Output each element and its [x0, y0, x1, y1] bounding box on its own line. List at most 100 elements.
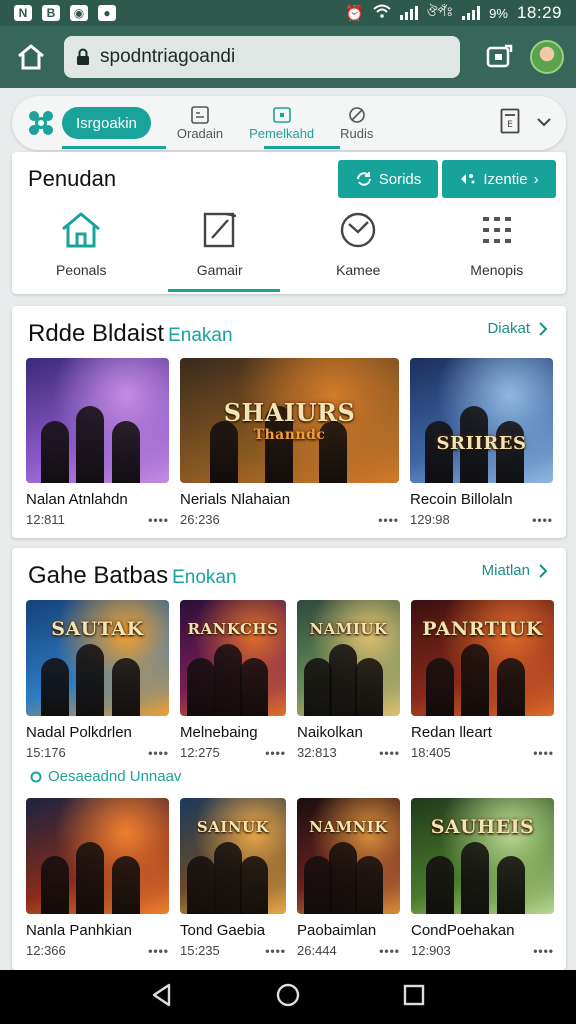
category-menopis[interactable]: Menopis	[428, 208, 567, 278]
battery-label: 9%	[489, 5, 508, 21]
game-thumbnail[interactable]: SRIIRES	[410, 358, 553, 483]
character-figure	[213, 842, 242, 914]
more-options-icon[interactable]: ••••	[265, 746, 286, 760]
thumbnail-subtitle: Thanndc	[253, 427, 326, 443]
character-figure	[40, 658, 69, 716]
game-tile[interactable]: NAMNIK Paobaimlan 26:444 ••••	[297, 798, 400, 958]
game-tile[interactable]: SAUHEIS CondPoehakan 12:903 ••••	[411, 798, 554, 958]
game-meta: 12:275	[180, 745, 220, 760]
more-options-icon[interactable]: ••••	[148, 513, 169, 527]
game-thumbnail[interactable]: SAUHEIS	[411, 798, 554, 914]
recents-button[interactable]	[403, 984, 425, 1011]
thumbnail-title: SAUHEIS	[430, 816, 535, 838]
game-tile[interactable]: PANRTIUK Redan lleart 18:405 ••••	[411, 600, 554, 760]
section-accent: Enakan	[168, 325, 233, 346]
document-icon[interactable]: E	[500, 108, 520, 139]
more-options-icon[interactable]: ••••	[379, 746, 400, 760]
back-button[interactable]	[151, 983, 173, 1012]
home-system-button[interactable]	[276, 983, 300, 1012]
game-thumbnail[interactable]: SAUTAK	[26, 600, 169, 716]
button-label: Izentie	[483, 170, 528, 188]
game-tile[interactable]: SAUTAK Nadal Polkdrlen 15:176 ••••	[26, 600, 169, 760]
more-options-icon[interactable]: ••••	[378, 513, 399, 527]
grid-icon	[191, 105, 209, 124]
chevron-right-icon	[539, 563, 548, 578]
tab-active-pill[interactable]: Isrgoakin	[62, 107, 151, 139]
game-meta: 12:903	[411, 943, 451, 958]
character-figure	[425, 856, 454, 914]
see-all-link[interactable]: Miatlan	[482, 562, 548, 579]
game-thumbnail[interactable]: NAMIUK	[297, 600, 400, 716]
izentie-button[interactable]: Izentie ›	[442, 160, 556, 198]
see-all-label: Miatlan	[481, 562, 530, 579]
character-figure	[76, 842, 105, 914]
see-all-link[interactable]: Diakat	[487, 320, 548, 337]
chevron-down-icon[interactable]	[536, 114, 552, 132]
more-options-icon[interactable]: ••••	[533, 746, 554, 760]
tab-indicator	[62, 146, 166, 149]
character-figure	[461, 644, 490, 716]
more-options-icon[interactable]: ••••	[533, 944, 554, 958]
more-options-icon[interactable]: ••••	[532, 513, 553, 527]
thumbnail-title: SRIIRES	[436, 433, 527, 454]
category-peonals[interactable]: Peonals	[12, 208, 151, 278]
tab-switch-button[interactable]	[480, 38, 518, 76]
character-figure	[425, 658, 454, 716]
see-all-label: Diakat	[487, 320, 530, 337]
character-figure	[187, 658, 216, 716]
url-bar[interactable]: spodntriagoandi	[64, 36, 460, 78]
leaf-icon	[348, 106, 366, 124]
category-kamee[interactable]: Kamee	[289, 208, 428, 278]
game-thumbnail[interactable]: SAINUK	[180, 798, 286, 914]
game-tile[interactable]: Nalan Atnlahdn 12:811 ••••	[26, 358, 169, 527]
more-options-icon[interactable]: ••••	[148, 746, 169, 760]
chat-icon: ●	[98, 5, 116, 21]
game-tile[interactable]: Nanla Panhkian 12:366 ••••	[26, 798, 169, 958]
sparkle-icon	[461, 174, 475, 184]
tab-oradain[interactable]: Oradain	[177, 105, 223, 141]
home-button[interactable]	[12, 38, 50, 76]
game-tile[interactable]: SRIIRES Recoin Billolaln 129:98 ••••	[410, 358, 553, 527]
signal-icon	[462, 6, 481, 20]
character-figure	[461, 842, 490, 914]
profile-avatar[interactable]	[530, 40, 564, 74]
tab-rudis[interactable]: Rudis	[340, 106, 373, 141]
notification-icon: B	[42, 5, 60, 21]
game-thumbnail[interactable]: PANRTIUK	[411, 600, 554, 716]
popular-section: Gahe Batbas Enokan Miatlan SAUTAK Nadal Po…	[12, 548, 566, 970]
game-meta: 12:366	[26, 943, 66, 958]
game-title: Nanla Panhkian	[26, 922, 132, 939]
sorids-button[interactable]: Sorids	[338, 160, 438, 198]
section-title: Gahe Batbas Enokan	[28, 562, 237, 590]
category-label: Kamee	[336, 262, 381, 278]
more-options-icon[interactable]: ••••	[379, 944, 400, 958]
app-logo-icon[interactable]	[26, 108, 56, 138]
screen-icon	[272, 106, 291, 124]
game-tile[interactable]: NAMIUK Naikolkan 32:813 ••••	[297, 600, 400, 760]
tab-pemelkahd[interactable]: Pemelkahd	[249, 106, 314, 141]
game-thumbnail[interactable]: NAMNIK	[297, 798, 400, 914]
character-figure	[40, 856, 69, 914]
game-tile[interactable]: SHAIURS Thanndc Nerials Nlahaian 26:236 •…	[180, 358, 399, 527]
character-figure	[497, 658, 526, 716]
game-tile[interactable]: RANKCHS Melnebaing 12:275 ••••	[180, 600, 286, 760]
category-label: Menopis	[470, 262, 524, 278]
more-options-icon[interactable]: ••••	[265, 944, 286, 958]
category-gamair[interactable]: Gamair	[151, 208, 290, 278]
character-figure	[76, 405, 105, 483]
subsection-label[interactable]: Oesaeadnd Unnaav	[30, 768, 181, 785]
game-title: CondPoehakan	[411, 922, 515, 939]
game-row: SAUTAK Nadal Polkdrlen 15:176 •••• RANKCHS Me…	[26, 600, 554, 760]
section-title: Rdde Bldaist Enakan	[28, 320, 233, 348]
character-figure	[213, 644, 242, 716]
more-options-icon[interactable]: ••••	[148, 944, 169, 958]
game-thumbnail[interactable]	[26, 358, 169, 483]
game-thumbnail[interactable]: RANKCHS	[180, 600, 286, 716]
game-tile[interactable]: SAINUK Tond Gaebia 15:235 ••••	[180, 798, 286, 958]
featured-section: Rdde Bldaist Enakan Diakat Nalan Atnlahdn…	[12, 306, 566, 538]
recents-icon	[403, 984, 424, 1005]
game-thumbnail[interactable]: SHAIURS Thanndc	[180, 358, 399, 483]
game-thumbnail[interactable]	[26, 798, 169, 914]
game-title: Tond Gaebia	[180, 922, 266, 939]
camera-icon: ◉	[70, 5, 88, 21]
